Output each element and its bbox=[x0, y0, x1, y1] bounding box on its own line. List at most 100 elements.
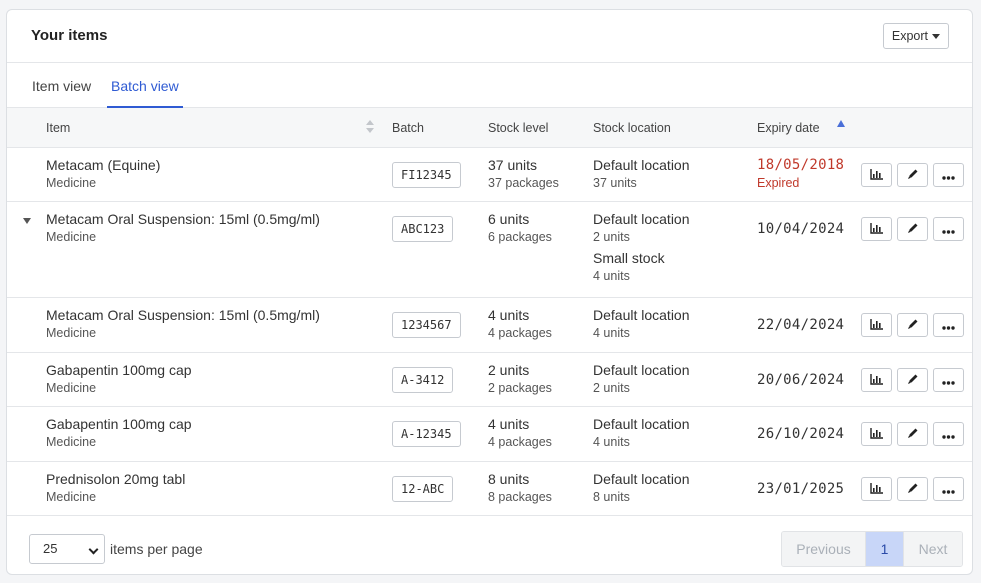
previous-page-button[interactable]: Previous bbox=[782, 532, 866, 566]
more-actions-button[interactable] bbox=[933, 313, 964, 337]
column-header-item[interactable]: Item bbox=[46, 121, 70, 135]
stock-packages: 37 packages bbox=[488, 176, 559, 190]
stock-cell: 8 units 8 packages bbox=[488, 471, 552, 504]
location-entry: Default location 4 units bbox=[593, 307, 690, 340]
item-type: Medicine bbox=[46, 176, 97, 190]
bar-chart-icon bbox=[870, 481, 883, 497]
export-button[interactable]: Export bbox=[882, 23, 949, 49]
caret-down-icon[interactable] bbox=[23, 218, 31, 224]
table-row: Gabapentin 100mg cap Medicine A-3412 2 unit… bbox=[7, 353, 972, 407]
edit-button[interactable] bbox=[897, 217, 928, 241]
item-cell: Metacam Oral Suspension: 15ml (0.5mg/ml)… bbox=[46, 307, 320, 340]
view-tabs: Item view Batch view bbox=[7, 63, 972, 108]
sort-ascending-icon[interactable] bbox=[837, 120, 845, 127]
tab-item-view[interactable]: Item view bbox=[32, 78, 91, 108]
row-actions bbox=[861, 422, 964, 446]
item-name: Metacam (Equine) bbox=[46, 157, 161, 173]
expiry-date: 23/01/2025 bbox=[757, 481, 845, 497]
table-row: Prednisolon 20mg tabl Medicine 12-ABC 8 uni… bbox=[7, 462, 972, 516]
pencil-icon bbox=[907, 426, 919, 442]
location-units: 37 units bbox=[593, 176, 637, 190]
table-footer: 25 items per page Previous 1 Next bbox=[7, 515, 972, 574]
row-actions bbox=[861, 217, 964, 241]
location-name: Default location bbox=[593, 307, 690, 323]
expiry-cell: 10/04/2024 bbox=[757, 221, 844, 237]
stats-button[interactable] bbox=[861, 368, 892, 392]
stats-button[interactable] bbox=[861, 313, 892, 337]
stats-button[interactable] bbox=[861, 422, 892, 446]
pencil-icon bbox=[907, 317, 919, 333]
per-page-select[interactable]: 25 bbox=[29, 534, 105, 564]
stock-units: 4 units bbox=[488, 307, 530, 323]
stock-units: 37 units bbox=[488, 157, 538, 173]
more-actions-button[interactable] bbox=[933, 422, 964, 446]
card-header: Your items Export bbox=[7, 10, 972, 63]
batch-badge: 1234567 bbox=[392, 312, 461, 338]
stats-button[interactable] bbox=[861, 477, 892, 501]
column-header-stock-level[interactable]: Stock level bbox=[488, 121, 548, 135]
item-cell: Gabapentin 100mg cap Medicine bbox=[46, 416, 192, 449]
location-units: 4 units bbox=[593, 269, 630, 283]
more-actions-button[interactable] bbox=[933, 217, 964, 241]
location-name: Default location bbox=[593, 362, 690, 378]
item-type: Medicine bbox=[46, 490, 97, 504]
stock-cell: 4 units 4 packages bbox=[488, 307, 552, 340]
location-cell: Default location 2 units Small stock 4 unit… bbox=[593, 211, 690, 283]
bar-chart-icon bbox=[870, 426, 883, 442]
next-page-button[interactable]: Next bbox=[903, 532, 962, 566]
stock-cell: 2 units 2 packages bbox=[488, 362, 552, 395]
sort-icon[interactable] bbox=[365, 120, 375, 136]
more-actions-button[interactable] bbox=[933, 163, 964, 187]
stats-button[interactable] bbox=[861, 217, 892, 241]
location-name: Default location bbox=[593, 211, 690, 227]
item-name: Prednisolon 20mg tabl bbox=[46, 471, 186, 487]
stats-button[interactable] bbox=[861, 163, 892, 187]
pagination: Previous 1 Next bbox=[781, 531, 963, 567]
batch-badge: A-3412 bbox=[392, 367, 454, 393]
expiry-date: 10/04/2024 bbox=[757, 221, 845, 237]
stock-cell: 4 units 4 packages bbox=[488, 416, 552, 449]
item-type: Medicine bbox=[46, 326, 97, 340]
location-entry: Default location 2 units bbox=[593, 211, 690, 244]
stock-packages: 4 packages bbox=[488, 326, 552, 340]
location-name: Small stock bbox=[593, 250, 665, 266]
edit-button[interactable] bbox=[897, 313, 928, 337]
stock-packages: 8 packages bbox=[488, 490, 552, 504]
more-actions-button[interactable] bbox=[933, 477, 964, 501]
expiry-date: 26/10/2024 bbox=[757, 426, 845, 442]
edit-button[interactable] bbox=[897, 163, 928, 187]
table-row: Metacam Oral Suspension: 15ml (0.5mg/ml)… bbox=[7, 298, 972, 353]
item-name: Metacam Oral Suspension: 15ml (0.5mg/ml) bbox=[46, 307, 320, 323]
stock-units: 6 units bbox=[488, 211, 530, 227]
chevron-down-icon bbox=[88, 544, 99, 555]
batch-badge: 12-ABC bbox=[392, 476, 454, 502]
pencil-icon bbox=[907, 221, 919, 237]
location-cell: Default location 4 units bbox=[593, 416, 690, 449]
expired-badge: Expired bbox=[757, 176, 800, 190]
location-entry: Default location 37 units bbox=[593, 157, 690, 190]
item-cell: Gabapentin 100mg cap Medicine bbox=[46, 362, 192, 395]
edit-button[interactable] bbox=[897, 422, 928, 446]
expiry-cell: 18/05/2018 Expired bbox=[757, 157, 844, 190]
column-header-batch[interactable]: Batch bbox=[392, 121, 424, 135]
bar-chart-icon bbox=[870, 317, 883, 333]
more-actions-button[interactable] bbox=[933, 368, 964, 392]
item-cell: Metacam (Equine) Medicine bbox=[46, 157, 160, 190]
item-type: Medicine bbox=[46, 230, 97, 244]
pencil-icon bbox=[907, 167, 919, 183]
page-number-button[interactable]: 1 bbox=[866, 532, 903, 566]
location-units: 4 units bbox=[593, 326, 630, 340]
stock-units: 2 units bbox=[488, 362, 530, 378]
column-header-expiry-date[interactable]: Expiry date bbox=[757, 121, 820, 135]
stock-packages: 2 packages bbox=[488, 381, 552, 395]
item-name: Gabapentin 100mg cap bbox=[46, 362, 192, 378]
column-header-stock-location[interactable]: Stock location bbox=[593, 121, 671, 135]
tab-batch-view[interactable]: Batch view bbox=[107, 78, 183, 108]
item-name: Gabapentin 100mg cap bbox=[46, 416, 192, 432]
stock-units: 8 units bbox=[488, 471, 530, 487]
edit-button[interactable] bbox=[897, 477, 928, 501]
batch-badge: FI12345 bbox=[392, 162, 461, 188]
edit-button[interactable] bbox=[897, 368, 928, 392]
table-row: Gabapentin 100mg cap Medicine A-12345 4 uni… bbox=[7, 407, 972, 462]
pencil-icon bbox=[907, 481, 919, 497]
